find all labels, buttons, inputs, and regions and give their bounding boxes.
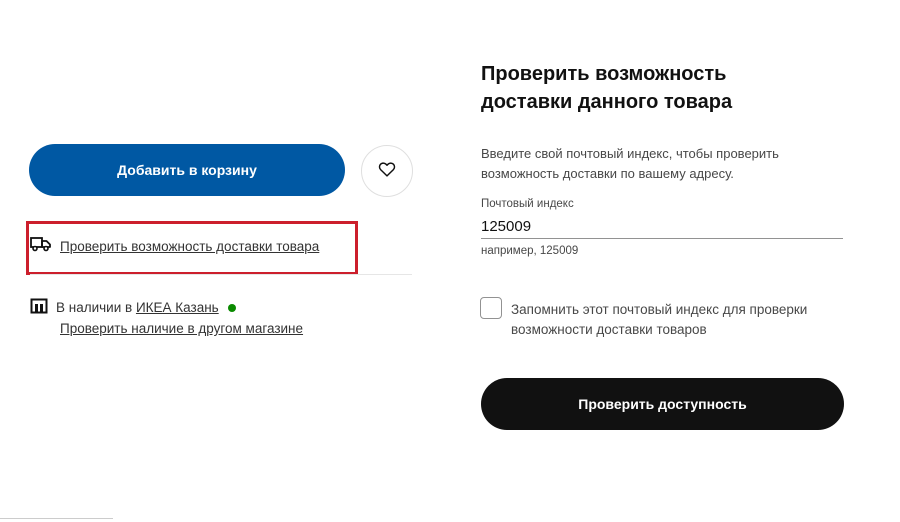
other-store-row: Проверить наличие в другом магазине bbox=[60, 320, 303, 338]
delivery-check-link[interactable]: Проверить возможность доставки товара bbox=[60, 239, 319, 254]
divider bbox=[30, 274, 412, 275]
stock-row: В наличии в ИКЕА Казань bbox=[30, 298, 237, 317]
zip-input[interactable] bbox=[481, 214, 843, 239]
favorite-button[interactable] bbox=[361, 145, 413, 197]
store-icon bbox=[30, 298, 48, 317]
check-availability-button[interactable]: Проверить доступность bbox=[481, 378, 844, 430]
remember-checkbox[interactable] bbox=[480, 297, 502, 319]
delivery-check-row[interactable]: Проверить возможность доставки товара bbox=[30, 236, 319, 257]
other-store-link[interactable]: Проверить наличие в другом магазине bbox=[60, 321, 303, 336]
remember-label[interactable]: Запомнить этот почтовый индекс для прове… bbox=[511, 300, 851, 340]
store-link[interactable]: ИКЕА Казань bbox=[136, 300, 219, 315]
add-to-cart-button[interactable]: Добавить в корзину bbox=[29, 144, 345, 196]
zip-hint: например, 125009 bbox=[481, 245, 579, 257]
check-availability-label: Проверить доступность bbox=[578, 396, 747, 412]
stock-status-dot bbox=[228, 304, 237, 312]
truck-icon bbox=[30, 236, 52, 257]
stock-prefix: В наличии в bbox=[56, 300, 133, 315]
divider bbox=[0, 518, 113, 519]
panel-title: Проверить возможность доставки данного т… bbox=[481, 63, 733, 113]
add-to-cart-label: Добавить в корзину bbox=[117, 162, 257, 178]
panel-description: Введите свой почтовый индекс, чтобы пров… bbox=[481, 146, 779, 181]
zip-label: Почтовый индекс bbox=[481, 198, 574, 210]
heart-icon bbox=[378, 161, 396, 182]
